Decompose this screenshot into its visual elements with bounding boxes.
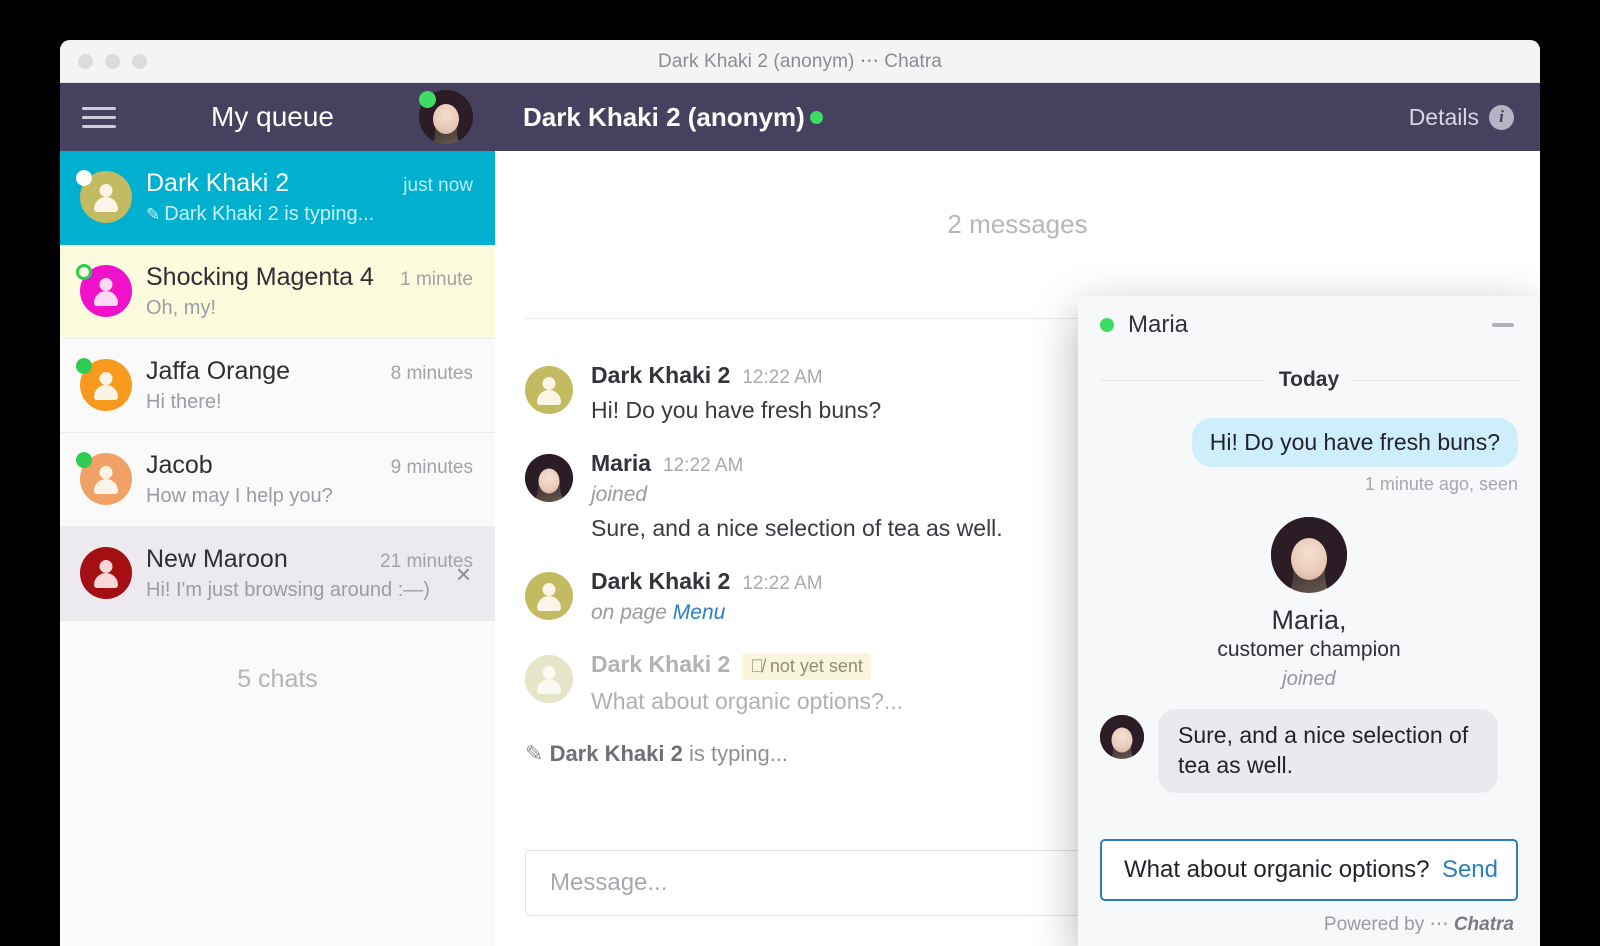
chat-item-time: just now — [403, 175, 473, 196]
chat-item-preview: How may I help you? — [146, 485, 333, 507]
details-button[interactable]: Details i — [1409, 104, 1514, 131]
chat-item-name: New Maroon — [146, 545, 288, 573]
typing-author: Dark Khaki 2 — [549, 741, 683, 766]
hamburger-icon[interactable] — [82, 106, 116, 128]
chat-item-name: Jacob — [146, 451, 213, 479]
sidebar: My queue Dark Khaki 2 just now ✎ Dark Kh… — [60, 83, 495, 946]
message-input-placeholder: Message... — [550, 869, 668, 896]
send-button[interactable]: Send — [1430, 856, 1498, 884]
widget-header: Maria — [1078, 296, 1540, 354]
message-avatar — [525, 572, 573, 620]
powered-by: Powered by ⋯ Chatra — [1100, 901, 1518, 936]
sidebar-header: My queue — [60, 83, 495, 151]
message-author: Dark Khaki 2 — [591, 568, 731, 594]
chat-item-preview: ✎ Dark Khaki 2 is typing... — [146, 203, 375, 225]
message-author: Dark Khaki 2 — [591, 362, 731, 388]
chat-item-preview: Oh, my! — [146, 297, 217, 319]
chat-list-item-shocking-magenta-4[interactable]: Shocking Magenta 4 1 minute Oh, my! — [60, 245, 495, 339]
agent-card-name: Maria, — [1271, 605, 1347, 635]
widget-day-separator: Today — [1100, 368, 1519, 392]
chatra-dots-icon: ⋯ — [1429, 914, 1449, 935]
chat-count-label: 5 chats — [237, 665, 318, 693]
chat-list-item-dark-khaki-2[interactable]: Dark Khaki 2 just now ✎ Dark Khaki 2 is t… — [60, 151, 495, 245]
chat-widget: Maria Today Hi! Do you have fresh buns? … — [1078, 296, 1540, 946]
widget-input-value: What about organic options? — [1124, 856, 1430, 884]
widget-day-label: Today — [1278, 368, 1340, 391]
widget-footer: What about organic options? Send Powered… — [1078, 839, 1540, 946]
close-icon[interactable]: × — [456, 561, 471, 587]
outgoing-message-bubble: Hi! Do you have fresh buns? — [1191, 418, 1518, 467]
message-author: Dark Khaki 2 — [591, 651, 731, 677]
conversation-title-text: Dark Khaki 2 (anonym) — [523, 101, 805, 132]
widget-message-input[interactable]: What about organic options? Send — [1100, 839, 1518, 901]
eye-off-icon: 👁̸ — [750, 656, 764, 676]
message-time: 12:22 AM — [663, 455, 744, 476]
unread-indicator-icon — [76, 170, 92, 186]
message-time: 12:22 AM — [742, 573, 823, 594]
pencil-icon: ✎ — [146, 205, 161, 224]
list-avatar — [76, 452, 132, 505]
agent-photo — [1271, 517, 1347, 593]
message-avatar — [525, 454, 573, 502]
chat-list-item-new-maroon[interactable]: New Maroon 21 minutes Hi! I'm just brows… — [60, 527, 495, 621]
chat-item-time: 9 minutes — [390, 457, 473, 478]
page-link[interactable]: Menu — [673, 601, 726, 624]
info-icon: i — [1489, 104, 1514, 130]
message-avatar — [525, 655, 573, 703]
chat-item-name: Jaffa Orange — [146, 357, 291, 385]
chat-item-name: Shocking Magenta 4 — [146, 263, 374, 291]
list-avatar — [76, 264, 132, 317]
chat-item-preview: Hi there! — [146, 391, 222, 413]
queue-title: My queue — [211, 101, 334, 132]
powered-by-prefix: Powered by — [1323, 914, 1425, 935]
widget-outgoing-row: Hi! Do you have fresh buns? — [1100, 418, 1518, 467]
online-status-icon — [76, 452, 92, 468]
agent-photo-small — [1100, 715, 1144, 759]
screen: Dark Khaki 2 (anonym) ⋯ Chatra My queue — [0, 0, 1600, 946]
agent-card-action: joined — [1282, 668, 1336, 690]
list-avatar — [76, 170, 132, 223]
minimize-icon[interactable] — [1492, 323, 1514, 327]
status-badge: 👁̸ not yet sent — [742, 653, 871, 680]
list-avatar — [76, 358, 132, 411]
chat-item-name: Dark Khaki 2 — [146, 169, 290, 197]
agent-card-role: customer champion — [1217, 638, 1401, 661]
online-status-icon — [76, 358, 92, 374]
details-label: Details — [1408, 103, 1479, 130]
agent-join-card: Maria, customer champion joined — [1100, 517, 1518, 691]
conversation-header: Dark Khaki 2 (anonym) Details i — [495, 83, 1540, 151]
window-title: Dark Khaki 2 (anonym) ⋯ Chatra — [658, 50, 942, 72]
online-status-icon — [1100, 318, 1114, 332]
online-status-icon — [419, 91, 436, 108]
on-page-label: on page — [591, 601, 667, 624]
incoming-message-bubble: Sure, and a nice selection of tea as wel… — [1158, 709, 1498, 793]
brand-name: Chatra — [1453, 914, 1514, 935]
list-avatar — [80, 547, 132, 599]
chat-list-item-jaffa-orange[interactable]: Jaffa Orange 8 minutes Hi there! — [60, 339, 495, 433]
widget-body: Today Hi! Do you have fresh buns? 1 minu… — [1078, 354, 1540, 839]
online-status-icon — [809, 110, 823, 124]
message-avatar — [525, 366, 573, 414]
typing-suffix: is typing... — [688, 741, 789, 766]
chat-item-preview: Hi! I'm just browsing around :—) — [146, 579, 430, 601]
message-time: 12:22 AM — [742, 367, 823, 388]
chat-item-time: 1 minute — [400, 269, 473, 290]
widget-agent-name: Maria — [1128, 311, 1189, 338]
chat-list-item-jacob[interactable]: Jacob 9 minutes How may I help you? — [60, 433, 495, 527]
page-title: Dark Khaki 2 (anonym) — [523, 102, 823, 133]
message-count-label: 2 messages — [947, 209, 1088, 239]
message-status-label: 1 minute ago, seen — [1364, 474, 1518, 494]
title-bar: Dark Khaki 2 (anonym) ⋯ Chatra — [60, 40, 1540, 83]
avatar[interactable] — [419, 90, 473, 144]
online-status-icon — [76, 264, 92, 280]
chat-item-time: 8 minutes — [390, 363, 473, 384]
widget-incoming-row: Sure, and a nice selection of tea as wel… — [1100, 709, 1518, 793]
pencil-icon: ✎ — [525, 741, 544, 766]
message-author: Maria — [591, 450, 652, 476]
status-badge-label: not yet sent — [769, 656, 863, 676]
